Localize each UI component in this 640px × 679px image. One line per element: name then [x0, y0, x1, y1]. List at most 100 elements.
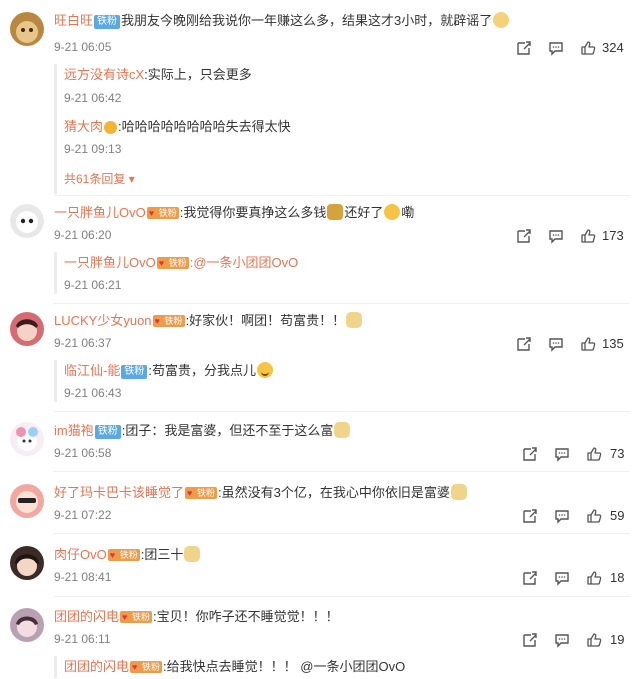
doge-emoji-icon: [346, 312, 363, 328]
like-count: 324: [602, 40, 624, 55]
comment-actions: 18: [522, 570, 636, 588]
reply-text: :实际上，只会更多: [144, 67, 252, 82]
username[interactable]: 旺白旺: [54, 13, 93, 28]
doge-emoji-icon: [184, 546, 201, 562]
username[interactable]: 一只胖鱼儿OvO: [54, 205, 146, 220]
comment-text: :我觉得你要真挣这么多钱: [179, 205, 327, 220]
username[interactable]: 团团的闪电: [54, 609, 119, 624]
comment-text-3: 嘞: [401, 205, 415, 220]
chevron-down-icon: ▾: [128, 172, 135, 186]
reply-username[interactable]: 临江仙-能: [64, 363, 120, 378]
comment-icon[interactable]: [554, 446, 570, 462]
share-icon[interactable]: [522, 632, 538, 648]
share-icon[interactable]: [522, 508, 538, 524]
comment-text: :团子：我是富婆，但还不至于这么富: [121, 423, 334, 438]
divider: [54, 195, 630, 196]
username[interactable]: LUCKY少女yuon: [54, 313, 152, 328]
reply-username[interactable]: 一只胖鱼儿OvO: [64, 255, 156, 270]
comment-time: 9-21 06:11: [54, 632, 111, 646]
like-icon[interactable]: [586, 446, 602, 462]
comment-text: :好家伙！啊团！苟富贵！！: [185, 313, 346, 328]
iron-fan-badge: 铁粉: [94, 425, 121, 439]
fan-badge: 铁粉: [185, 487, 218, 499]
comment-text: :宝贝！你咋子还不睡觉觉！！！: [153, 609, 339, 624]
like-icon[interactable]: [580, 228, 596, 244]
iron-fan-badge: 铁粉: [121, 365, 148, 379]
fan-badge: 铁粉: [152, 315, 185, 327]
share-icon[interactable]: [516, 336, 532, 352]
divider: [54, 533, 630, 534]
iron-fan-badge: 铁粉: [94, 15, 121, 29]
emoji-icon: [493, 12, 510, 28]
reply-text: :苟富贵，分我点儿: [148, 363, 256, 378]
username[interactable]: im猫袍: [54, 423, 94, 438]
username[interactable]: 肉仔OvO: [54, 547, 107, 562]
like-count: 18: [610, 570, 625, 585]
verified-icon: [104, 121, 118, 134]
divider: [54, 303, 630, 304]
username[interactable]: 好了玛卡巴卡该睡觉了: [54, 485, 184, 500]
avatar[interactable]: [10, 422, 44, 456]
like-icon[interactable]: [586, 570, 602, 586]
share-icon[interactable]: [522, 570, 538, 586]
comment-time: 9-21 07:22: [54, 508, 112, 522]
comment-actions: 135: [516, 336, 636, 354]
comment-icon[interactable]: [554, 508, 570, 524]
share-icon[interactable]: [522, 446, 538, 462]
like-count: 135: [602, 336, 624, 351]
reply-username[interactable]: 团团的闪电: [64, 659, 129, 674]
like-icon[interactable]: [586, 508, 602, 524]
comment-time: 9-21 06:05: [54, 40, 112, 54]
more-replies-link[interactable]: 共61条回复 ▾: [64, 170, 135, 187]
comment-time: 9-21 06:20: [54, 228, 112, 242]
avatar[interactable]: [10, 312, 44, 346]
comment-icon[interactable]: [554, 632, 570, 648]
like-count: 59: [610, 508, 625, 523]
reply-time: 9-21 06:21: [64, 278, 122, 292]
comment-icon[interactable]: [548, 228, 564, 244]
comment-text: 我朋友今晚刚给我说你一年赚这么多，结果这才3小时，就辟谣了: [121, 13, 493, 28]
like-icon[interactable]: [580, 40, 596, 56]
reply-username[interactable]: 远方没有诗cX: [64, 67, 144, 82]
fan-badge: 铁粉: [107, 549, 140, 561]
fan-badge: 铁粉: [146, 207, 179, 219]
reply-time: 9-21 06:42: [64, 91, 122, 105]
like-count: 173: [602, 228, 624, 243]
divider: [54, 471, 630, 472]
comment-time: 9-21 06:58: [54, 446, 112, 460]
comment-text: :团三十: [140, 547, 184, 562]
fan-badge: 铁粉: [156, 257, 189, 269]
avatar[interactable]: [10, 204, 44, 238]
share-icon[interactable]: [516, 228, 532, 244]
like-count: 73: [610, 446, 625, 461]
divider: [54, 596, 630, 597]
comment-actions: 173: [516, 228, 636, 246]
comment-text-2: 还好了: [344, 205, 384, 220]
comment-actions: 73: [522, 446, 636, 464]
comment-icon[interactable]: [554, 570, 570, 586]
smile-emoji-icon: [256, 362, 273, 378]
reply-thread-bar: [54, 64, 57, 194]
avatar[interactable]: [10, 608, 44, 642]
reply-time: 9-21 06:43: [64, 386, 122, 400]
comment-time: 9-21 08:41: [54, 570, 112, 584]
avatar[interactable]: [10, 484, 44, 518]
comment-icon[interactable]: [548, 40, 564, 56]
fan-badge: 铁粉: [120, 611, 153, 623]
doge-emoji-icon: [450, 484, 467, 500]
like-count: 19: [610, 632, 625, 647]
mention-link[interactable]: :@一条小团团OvO: [190, 255, 299, 270]
fan-badge: 铁粉: [130, 661, 163, 673]
like-icon[interactable]: [586, 632, 602, 648]
reply-username[interactable]: 猜大肉: [64, 119, 103, 134]
avatar[interactable]: [10, 12, 44, 46]
like-icon[interactable]: [580, 336, 596, 352]
comment-icon[interactable]: [548, 336, 564, 352]
divider: [54, 411, 630, 412]
share-icon[interactable]: [516, 40, 532, 56]
emoji-icon: [384, 204, 401, 220]
comment-time: 9-21 06:37: [54, 336, 112, 350]
money-bag-emoji-icon: [327, 204, 344, 220]
reply-time: 9-21 09:13: [64, 142, 122, 156]
avatar[interactable]: [10, 546, 44, 580]
